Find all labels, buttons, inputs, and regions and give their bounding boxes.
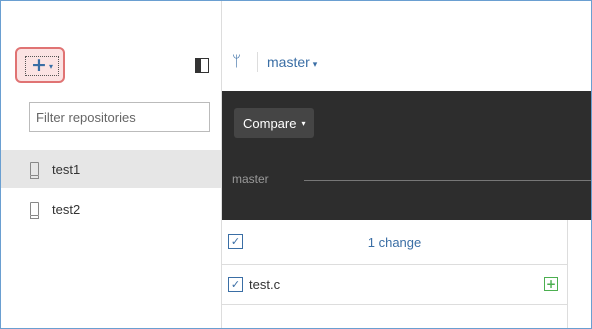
repo-name: test2 xyxy=(52,201,81,217)
branch-selector[interactable]: master ▾ xyxy=(267,54,317,70)
top-bar: ᛘ master ▾ xyxy=(222,1,591,91)
repo-name: test1 xyxy=(52,161,81,177)
add-repository-button[interactable]: + ▾ xyxy=(25,53,59,76)
timeline-line xyxy=(304,180,591,181)
filter-repositories-input[interactable] xyxy=(29,102,210,132)
repository-icon xyxy=(30,162,39,179)
chevron-down-icon: ▾ xyxy=(312,59,318,69)
history-panel: Compare ▾ master xyxy=(222,91,591,220)
sidebar: + ▾ test1 test2 xyxy=(1,1,222,328)
compare-label: Compare xyxy=(243,115,297,131)
changes-panel: ✓ 1 change ✓ test.c + xyxy=(222,220,568,328)
list-item[interactable]: ✓ test.c + xyxy=(222,265,567,305)
sidebar-toggle-icon[interactable] xyxy=(195,58,209,73)
sidebar-item-repo[interactable]: test2 xyxy=(1,190,221,228)
repository-icon xyxy=(30,202,39,219)
sidebar-item-repo[interactable]: test1 xyxy=(1,150,221,188)
file-checkbox[interactable]: ✓ xyxy=(228,277,243,292)
chevron-down-icon: ▾ xyxy=(48,61,53,71)
changes-count: 1 change xyxy=(367,235,422,250)
branch-name: master xyxy=(267,54,310,70)
chevron-down-icon: ▾ xyxy=(301,118,306,128)
plus-icon: + xyxy=(31,53,47,76)
branch-icon: ᛘ xyxy=(232,52,242,70)
app-window: + ▾ test1 test2 ᛘ master▾ Compare ▾ mast… xyxy=(0,0,592,329)
timeline-branch-label: master xyxy=(232,172,269,186)
added-icon: + xyxy=(544,277,558,291)
divider xyxy=(257,52,258,72)
compare-button[interactable]: Compare ▾ xyxy=(234,108,315,138)
changes-header: ✓ 1 change xyxy=(222,220,567,265)
file-name: test.c xyxy=(249,277,281,292)
